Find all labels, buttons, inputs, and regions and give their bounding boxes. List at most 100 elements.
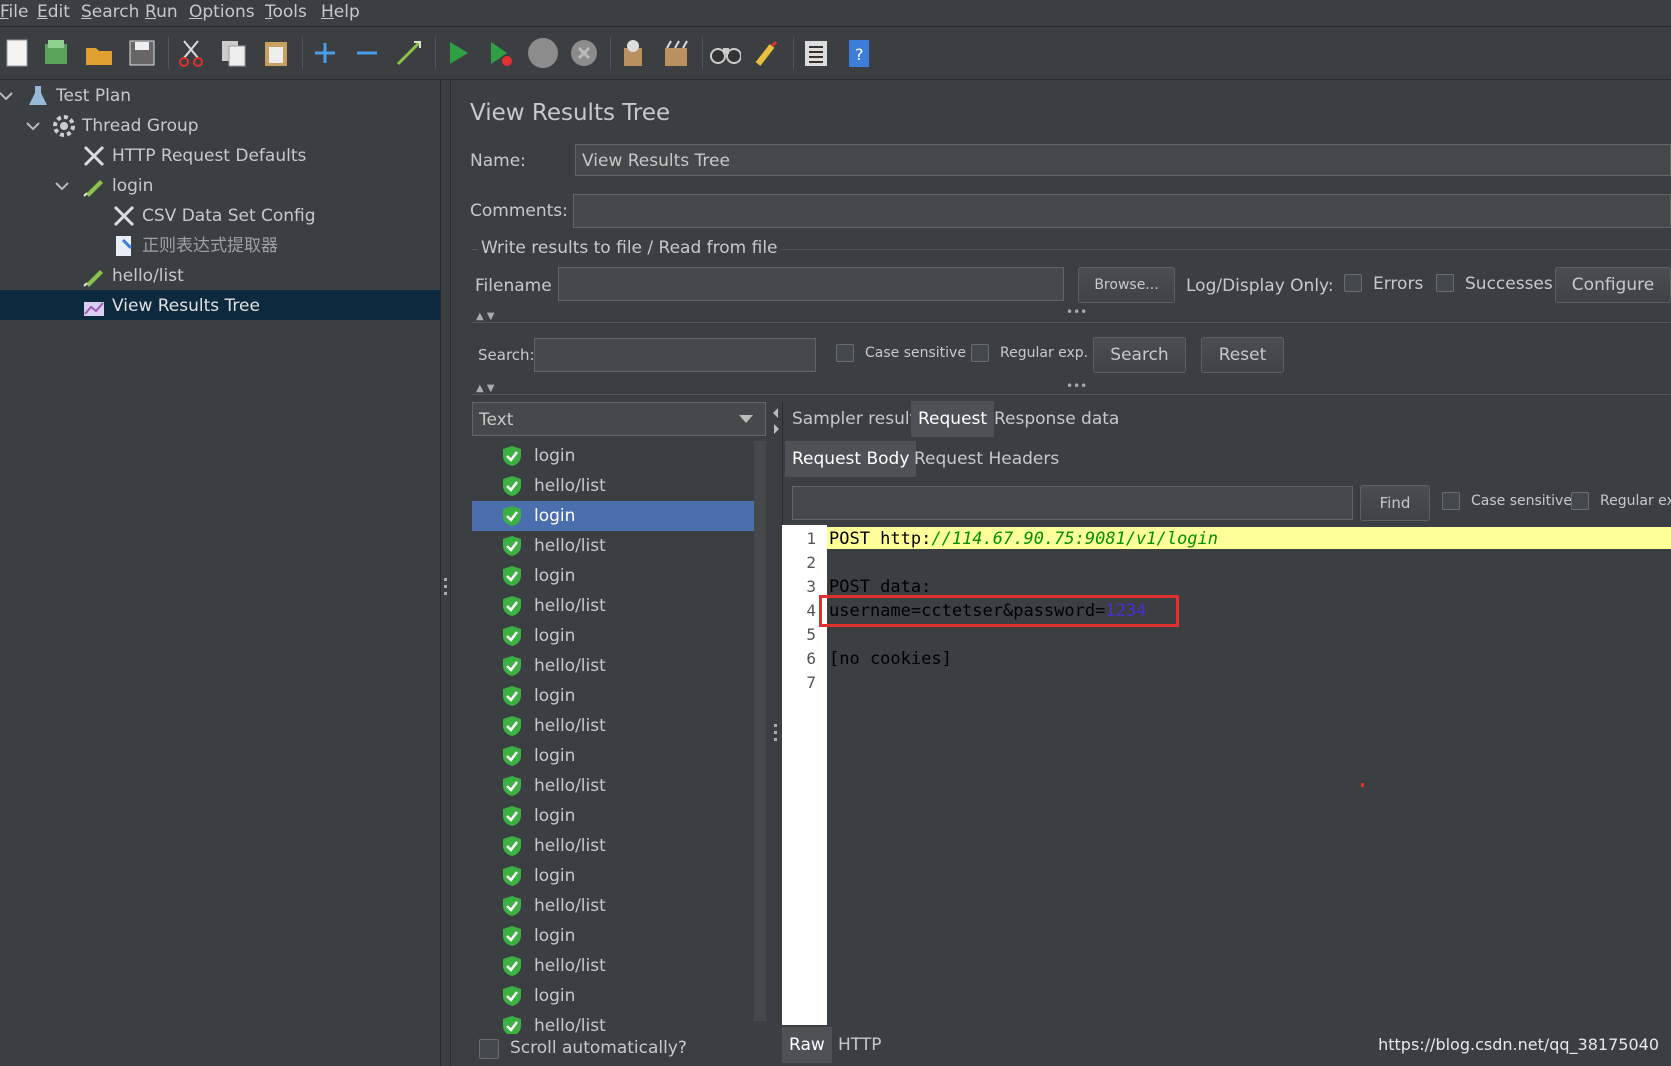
- flask-icon: [29, 86, 47, 105]
- search-icon[interactable]: [709, 37, 741, 69]
- result-item[interactable]: hello/list: [472, 1011, 754, 1034]
- successes-checkbox[interactable]: [1436, 274, 1454, 292]
- reset-button[interactable]: Reset: [1201, 337, 1284, 373]
- result-item[interactable]: login: [472, 981, 754, 1011]
- line-number: 5: [806, 625, 816, 644]
- clear-icon[interactable]: [617, 37, 649, 69]
- regular-exp-checkbox[interactable]: [971, 344, 989, 362]
- comments-field[interactable]: [573, 194, 1671, 228]
- browse-button[interactable]: Browse...: [1078, 267, 1175, 303]
- stop-icon[interactable]: [526, 37, 558, 69]
- result-item[interactable]: login: [472, 621, 754, 651]
- success-shield-icon: [503, 776, 521, 796]
- result-item[interactable]: login: [472, 501, 754, 531]
- function-helper-icon[interactable]: [800, 37, 832, 69]
- svg-text:?: ?: [855, 45, 864, 64]
- result-item-label: login: [534, 686, 576, 706]
- result-item-label: hello/list: [534, 716, 606, 736]
- tab-raw[interactable]: Raw: [782, 1027, 832, 1063]
- new-icon[interactable]: [2, 37, 34, 69]
- result-item[interactable]: login: [472, 561, 754, 591]
- filename-field[interactable]: [558, 267, 1064, 301]
- find-case-sensitive-checkbox[interactable]: [1442, 492, 1460, 510]
- line-number: 3: [806, 577, 816, 596]
- result-item[interactable]: hello/list: [472, 771, 754, 801]
- tab-http[interactable]: HTTP: [831, 1027, 889, 1063]
- tab-response-data[interactable]: Response data: [987, 401, 1126, 437]
- result-item[interactable]: login: [472, 681, 754, 711]
- result-item[interactable]: login: [472, 921, 754, 951]
- cut-icon[interactable]: [175, 37, 207, 69]
- drag-handle[interactable]: •••: [1066, 379, 1087, 393]
- start-icon[interactable]: [442, 37, 474, 69]
- help-icon[interactable]: ?: [843, 37, 875, 69]
- chevron-down-icon[interactable]: [0, 88, 14, 104]
- search-button[interactable]: Search: [1093, 337, 1186, 373]
- tab-request-headers[interactable]: Request Headers: [907, 441, 1066, 477]
- templates-icon[interactable]: [41, 37, 73, 69]
- tab-sampler-result[interactable]: Sampler result: [785, 401, 923, 437]
- copy-icon[interactable]: [218, 37, 250, 69]
- toggle-icon[interactable]: [393, 37, 425, 69]
- renderer-select[interactable]: Text: [472, 402, 766, 436]
- result-item[interactable]: login: [472, 441, 754, 471]
- search-field[interactable]: [534, 338, 816, 372]
- menu-options[interactable]: Options: [189, 2, 255, 22]
- collapse-arrows[interactable]: ▲ ▼: [476, 311, 495, 322]
- save-icon[interactable]: [126, 37, 158, 69]
- reset-search-icon[interactable]: [751, 37, 783, 69]
- scroll-automatically-checkbox[interactable]: [479, 1039, 499, 1059]
- result-item[interactable]: hello/list: [472, 591, 754, 621]
- find-field[interactable]: [792, 486, 1353, 520]
- result-item[interactable]: hello/list: [472, 711, 754, 741]
- results-scrollbar[interactable]: [754, 441, 766, 1021]
- result-item[interactable]: hello/list: [472, 471, 754, 501]
- menu-edit[interactable]: Edit: [37, 2, 70, 22]
- configure-button[interactable]: Configure: [1555, 267, 1671, 303]
- find-regular-exp-checkbox[interactable]: [1571, 492, 1589, 510]
- result-item[interactable]: hello/list: [472, 831, 754, 861]
- watermark-text: https://blog.csdn.net/qq_38175040: [1378, 1035, 1659, 1054]
- case-sensitive-checkbox[interactable]: [836, 344, 854, 362]
- start-no-pauses-icon[interactable]: [484, 37, 516, 69]
- errors-checkbox[interactable]: [1344, 274, 1362, 292]
- result-item[interactable]: login: [472, 801, 754, 831]
- clear-all-icon[interactable]: [660, 37, 692, 69]
- expand-icon[interactable]: [309, 37, 341, 69]
- menu-tools[interactable]: Tools: [265, 2, 307, 22]
- name-field[interactable]: View Results Tree: [575, 144, 1671, 176]
- success-shield-icon: [503, 656, 521, 676]
- menu-file[interactable]: File: [0, 2, 28, 22]
- success-shield-icon: [503, 686, 521, 706]
- menu-help[interactable]: Help: [321, 2, 360, 22]
- result-item[interactable]: hello/list: [472, 651, 754, 681]
- result-item[interactable]: hello/list: [472, 891, 754, 921]
- gear-icon: [53, 115, 75, 137]
- result-item[interactable]: hello/list: [472, 951, 754, 981]
- tab-request-body[interactable]: Request Body: [785, 441, 917, 477]
- menu-run[interactable]: Run: [145, 2, 178, 22]
- open-icon[interactable]: [83, 37, 115, 69]
- success-shield-icon: [503, 626, 521, 646]
- success-shield-icon: [503, 716, 521, 736]
- results-list[interactable]: login hello/list login hello/list login hello…: [472, 441, 754, 1034]
- chevron-down-icon[interactable]: [54, 178, 70, 194]
- find-regular-exp-label: Regular exp: [1600, 493, 1671, 509]
- result-item[interactable]: login: [472, 861, 754, 891]
- result-item-label: hello/list: [534, 536, 606, 556]
- chevron-down-icon[interactable]: [25, 118, 41, 134]
- vertical-splitter[interactable]: [440, 80, 451, 1066]
- menu-search[interactable]: Search: [81, 2, 139, 22]
- paste-icon[interactable]: [260, 37, 292, 69]
- collapse-icon[interactable]: [351, 37, 383, 69]
- success-shield-icon: [503, 566, 521, 586]
- find-button[interactable]: Find: [1360, 485, 1430, 521]
- tab-request[interactable]: Request: [911, 401, 995, 437]
- drag-handle[interactable]: •••: [1066, 305, 1087, 319]
- result-item[interactable]: hello/list: [472, 531, 754, 561]
- code-line-3: POST data:: [829, 577, 932, 597]
- collapse-arrows[interactable]: ▲ ▼: [476, 383, 495, 394]
- name-label: Name:: [470, 151, 526, 171]
- shutdown-icon[interactable]: [568, 37, 600, 69]
- result-item[interactable]: login: [472, 741, 754, 771]
